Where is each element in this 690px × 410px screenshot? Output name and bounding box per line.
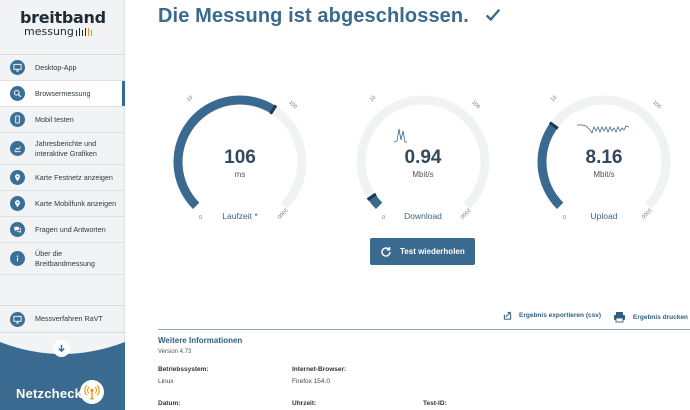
gauge-unit: Mbit/s xyxy=(593,170,615,179)
arrow-down-icon xyxy=(58,344,65,353)
sidebar-item-browsermessung[interactable]: Browsermessung xyxy=(0,81,125,107)
export-csv-link[interactable]: Ergebnis exportieren (csv) xyxy=(503,311,601,320)
logo-text-top: breitband xyxy=(20,8,106,27)
info-section-title: Weitere Informationen xyxy=(158,336,243,345)
page-title: Die Messung ist abgeschlossen. xyxy=(158,5,469,27)
printer-icon xyxy=(614,312,625,323)
download-gauge: 0 10 100 1000 0.94 Mbit/s Download xyxy=(353,92,493,232)
scroll-down-button[interactable] xyxy=(53,340,70,357)
sidebar-item-ueber[interactable]: Über die Breitbandmessung xyxy=(0,243,124,275)
antenna-icon xyxy=(84,384,100,400)
logo-bars-icon xyxy=(75,27,94,39)
logo-text-bottom-word: messung xyxy=(24,25,74,38)
sidebar-item-label: Karte Festnetz anzeigen xyxy=(35,172,113,182)
sidebar-nav: Desktop-App Browsermessung Mobil testen … xyxy=(0,54,125,275)
magnifier-icon xyxy=(10,86,25,101)
sidebar-item-label: Messverfahren RaVT xyxy=(35,314,103,324)
smartphone-icon xyxy=(10,112,25,127)
sidebar-item-label: Browsermessung xyxy=(35,88,91,98)
download-sparkline xyxy=(393,128,407,143)
sidebar-item-label: Mobil testen xyxy=(35,114,74,124)
refresh-icon xyxy=(381,246,391,257)
test-id-label: Test-ID: xyxy=(423,400,447,407)
os-value: Linux xyxy=(158,378,174,385)
upload-sparkline xyxy=(577,124,630,134)
export-csv-label: Ergebnis exportieren (csv) xyxy=(519,312,601,319)
sidebar-item-messverfahren[interactable]: Messverfahren RaVT xyxy=(0,306,125,332)
sidebar-item-label: Über die Breitbandmessung xyxy=(35,249,95,268)
upload-gauge: 0 10 100 1000 8.16 Mbit/s Upload xyxy=(534,92,674,232)
browser-label: Internet-Browser: xyxy=(292,366,347,373)
info-icon xyxy=(10,251,25,266)
chart-icon xyxy=(10,141,25,156)
sidebar-item-fragen[interactable]: Fragen und Antworten xyxy=(0,217,124,243)
sidebar-item-jahresberichte[interactable]: Jahresberichte und interaktive Grafiken xyxy=(0,133,124,165)
gauge-fill xyxy=(367,194,383,210)
print-result-link[interactable]: Ergebnis drucken xyxy=(613,311,688,323)
netzcheck-signal-icon[interactable] xyxy=(80,380,104,404)
retry-test-button[interactable]: Test wiederholen xyxy=(370,238,475,265)
gauge-label: Laufzeit * xyxy=(222,211,258,221)
time-label: Uhrzeit: xyxy=(292,400,317,407)
page: breitband messung Desktop-App Browsermes… xyxy=(0,0,690,410)
monitor-icon xyxy=(10,311,25,327)
sidebar-item-label: Fragen und Antworten xyxy=(35,224,106,234)
sidebar-item-karte-mobilfunk[interactable]: Karte Mobilfunk anzeigen xyxy=(0,191,124,217)
browser-value: Firefox 154.0 xyxy=(292,378,330,385)
gauge-value: 8.16 xyxy=(585,147,623,168)
checkmark-icon xyxy=(485,8,501,22)
retry-test-label: Test wiederholen xyxy=(400,247,465,256)
sidebar-bottom-nav: Messverfahren RaVT xyxy=(0,305,125,333)
map-pin-icon xyxy=(10,196,25,211)
sidebar: breitband messung Desktop-App Browsermes… xyxy=(0,0,125,410)
export-icon xyxy=(503,311,512,320)
sidebar-item-karte-festnetz[interactable]: Karte Festnetz anzeigen xyxy=(0,165,124,191)
map-pin-icon xyxy=(10,170,25,185)
sidebar-item-desktop-app[interactable]: Desktop-App xyxy=(0,55,124,81)
gauge-label: Download xyxy=(404,211,442,221)
monitor-icon xyxy=(10,60,25,75)
logo-text-bottom: messung xyxy=(20,26,124,39)
version-text: Version 4.73 xyxy=(158,349,192,355)
section-divider xyxy=(158,329,690,330)
print-result-label: Ergebnis drucken xyxy=(633,313,688,321)
gauge-label: Upload xyxy=(590,211,618,221)
sidebar-item-mobil-testen[interactable]: Mobil testen xyxy=(0,107,124,133)
sidebar-item-label: Karte Mobilfunk anzeigen xyxy=(35,198,117,208)
date-label: Datum: xyxy=(158,400,181,407)
gauge-value: 0.94 xyxy=(404,147,442,168)
breitbandmessung-logo[interactable]: breitband messung xyxy=(0,0,124,47)
sidebar-item-label: Desktop-App xyxy=(35,62,77,72)
gauge-value: 106 xyxy=(224,147,256,168)
os-label: Betriebssystem: xyxy=(158,366,209,373)
sidebar-item-label: Jahresberichte und interaktive Grafiken xyxy=(35,139,97,158)
speech-bubble-icon xyxy=(10,222,25,237)
latency-gauge: 0 10 100 1000 106 ms Laufzeit * xyxy=(170,92,310,232)
gauge-unit: ms xyxy=(234,170,246,179)
gauge-unit: Mbit/s xyxy=(412,170,434,179)
main-content: Die Messung ist abgeschlossen. 0 10 100 … xyxy=(125,0,690,410)
netzcheck-label[interactable]: Netzcheck xyxy=(16,386,82,401)
